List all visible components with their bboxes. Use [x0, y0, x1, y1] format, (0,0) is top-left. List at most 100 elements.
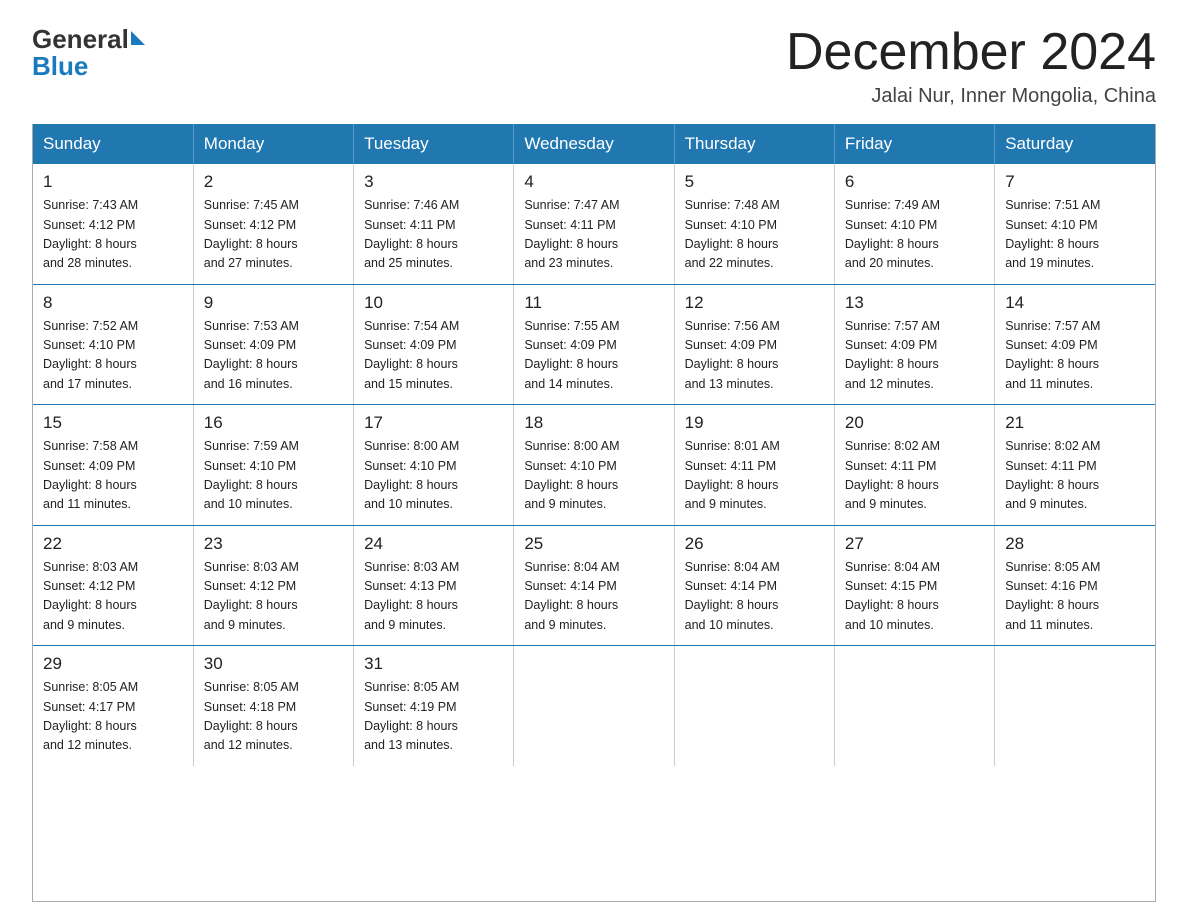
- day-info: Sunrise: 8:03 AM Sunset: 4:12 PM Dayligh…: [43, 558, 183, 636]
- calendar-cell: 13 Sunrise: 7:57 AM Sunset: 4:09 PM Dayl…: [834, 284, 994, 405]
- day-number: 20: [845, 413, 984, 433]
- calendar-week-row: 1 Sunrise: 7:43 AM Sunset: 4:12 PM Dayli…: [33, 164, 1155, 284]
- calendar-cell: [834, 646, 994, 766]
- day-number: 18: [524, 413, 663, 433]
- calendar-cell: 21 Sunrise: 8:02 AM Sunset: 4:11 PM Dayl…: [995, 405, 1155, 526]
- day-info: Sunrise: 7:59 AM Sunset: 4:10 PM Dayligh…: [204, 437, 343, 515]
- day-number: 21: [1005, 413, 1145, 433]
- calendar-cell: 22 Sunrise: 8:03 AM Sunset: 4:12 PM Dayl…: [33, 525, 193, 646]
- day-info: Sunrise: 7:46 AM Sunset: 4:11 PM Dayligh…: [364, 196, 503, 274]
- calendar-cell: 2 Sunrise: 7:45 AM Sunset: 4:12 PM Dayli…: [193, 164, 353, 284]
- day-number: 7: [1005, 172, 1145, 192]
- calendar-cell: 11 Sunrise: 7:55 AM Sunset: 4:09 PM Dayl…: [514, 284, 674, 405]
- day-info: Sunrise: 8:02 AM Sunset: 4:11 PM Dayligh…: [1005, 437, 1145, 515]
- day-number: 24: [364, 534, 503, 554]
- calendar-cell: 3 Sunrise: 7:46 AM Sunset: 4:11 PM Dayli…: [354, 164, 514, 284]
- day-info: Sunrise: 8:03 AM Sunset: 4:12 PM Dayligh…: [204, 558, 343, 636]
- day-number: 9: [204, 293, 343, 313]
- day-info: Sunrise: 7:45 AM Sunset: 4:12 PM Dayligh…: [204, 196, 343, 274]
- calendar-cell: 15 Sunrise: 7:58 AM Sunset: 4:09 PM Dayl…: [33, 405, 193, 526]
- header: General Blue December 2024 Jalai Nur, In…: [32, 24, 1156, 108]
- day-number: 5: [685, 172, 824, 192]
- day-number: 11: [524, 293, 663, 313]
- day-number: 6: [845, 172, 984, 192]
- day-number: 3: [364, 172, 503, 192]
- weekday-header-friday: Friday: [834, 124, 994, 164]
- day-info: Sunrise: 7:57 AM Sunset: 4:09 PM Dayligh…: [1005, 317, 1145, 395]
- day-info: Sunrise: 7:55 AM Sunset: 4:09 PM Dayligh…: [524, 317, 663, 395]
- calendar-title: December 2024: [786, 24, 1156, 81]
- day-info: Sunrise: 7:52 AM Sunset: 4:10 PM Dayligh…: [43, 317, 183, 395]
- day-info: Sunrise: 7:51 AM Sunset: 4:10 PM Dayligh…: [1005, 196, 1145, 274]
- day-info: Sunrise: 8:04 AM Sunset: 4:15 PM Dayligh…: [845, 558, 984, 636]
- weekday-header-sunday: Sunday: [33, 124, 193, 164]
- day-info: Sunrise: 8:04 AM Sunset: 4:14 PM Dayligh…: [685, 558, 824, 636]
- day-info: Sunrise: 7:58 AM Sunset: 4:09 PM Dayligh…: [43, 437, 183, 515]
- weekday-header-saturday: Saturday: [995, 124, 1155, 164]
- calendar-cell: 17 Sunrise: 8:00 AM Sunset: 4:10 PM Dayl…: [354, 405, 514, 526]
- calendar-cell: 25 Sunrise: 8:04 AM Sunset: 4:14 PM Dayl…: [514, 525, 674, 646]
- calendar-wrapper: SundayMondayTuesdayWednesdayThursdayFrid…: [32, 124, 1156, 902]
- calendar-week-row: 29 Sunrise: 8:05 AM Sunset: 4:17 PM Dayl…: [33, 646, 1155, 766]
- calendar-cell: 29 Sunrise: 8:05 AM Sunset: 4:17 PM Dayl…: [33, 646, 193, 766]
- calendar-cell: 20 Sunrise: 8:02 AM Sunset: 4:11 PM Dayl…: [834, 405, 994, 526]
- day-number: 15: [43, 413, 183, 433]
- calendar-cell: 31 Sunrise: 8:05 AM Sunset: 4:19 PM Dayl…: [354, 646, 514, 766]
- weekday-header-row: SundayMondayTuesdayWednesdayThursdayFrid…: [33, 124, 1155, 164]
- day-info: Sunrise: 7:53 AM Sunset: 4:09 PM Dayligh…: [204, 317, 343, 395]
- weekday-header-wednesday: Wednesday: [514, 124, 674, 164]
- calendar-subtitle: Jalai Nur, Inner Mongolia, China: [786, 85, 1156, 108]
- day-info: Sunrise: 8:05 AM Sunset: 4:18 PM Dayligh…: [204, 678, 343, 756]
- day-info: Sunrise: 8:05 AM Sunset: 4:17 PM Dayligh…: [43, 678, 183, 756]
- day-number: 14: [1005, 293, 1145, 313]
- day-number: 2: [204, 172, 343, 192]
- calendar-cell: 14 Sunrise: 7:57 AM Sunset: 4:09 PM Dayl…: [995, 284, 1155, 405]
- day-info: Sunrise: 7:43 AM Sunset: 4:12 PM Dayligh…: [43, 196, 183, 274]
- day-info: Sunrise: 8:01 AM Sunset: 4:11 PM Dayligh…: [685, 437, 824, 515]
- day-number: 16: [204, 413, 343, 433]
- calendar-week-row: 15 Sunrise: 7:58 AM Sunset: 4:09 PM Dayl…: [33, 405, 1155, 526]
- day-number: 23: [204, 534, 343, 554]
- day-number: 29: [43, 654, 183, 674]
- calendar-cell: 7 Sunrise: 7:51 AM Sunset: 4:10 PM Dayli…: [995, 164, 1155, 284]
- calendar-cell: 26 Sunrise: 8:04 AM Sunset: 4:14 PM Dayl…: [674, 525, 834, 646]
- day-number: 4: [524, 172, 663, 192]
- day-number: 26: [685, 534, 824, 554]
- day-number: 28: [1005, 534, 1145, 554]
- calendar-cell: 5 Sunrise: 7:48 AM Sunset: 4:10 PM Dayli…: [674, 164, 834, 284]
- day-number: 1: [43, 172, 183, 192]
- calendar-table: SundayMondayTuesdayWednesdayThursdayFrid…: [33, 124, 1155, 766]
- day-info: Sunrise: 7:48 AM Sunset: 4:10 PM Dayligh…: [685, 196, 824, 274]
- logo: General Blue: [32, 24, 145, 82]
- calendar-cell: 19 Sunrise: 8:01 AM Sunset: 4:11 PM Dayl…: [674, 405, 834, 526]
- weekday-header-thursday: Thursday: [674, 124, 834, 164]
- calendar-cell: 9 Sunrise: 7:53 AM Sunset: 4:09 PM Dayli…: [193, 284, 353, 405]
- day-number: 27: [845, 534, 984, 554]
- calendar-cell: 1 Sunrise: 7:43 AM Sunset: 4:12 PM Dayli…: [33, 164, 193, 284]
- calendar-cell: 27 Sunrise: 8:04 AM Sunset: 4:15 PM Dayl…: [834, 525, 994, 646]
- calendar-cell: 6 Sunrise: 7:49 AM Sunset: 4:10 PM Dayli…: [834, 164, 994, 284]
- day-info: Sunrise: 7:56 AM Sunset: 4:09 PM Dayligh…: [685, 317, 824, 395]
- day-number: 13: [845, 293, 984, 313]
- weekday-header-monday: Monday: [193, 124, 353, 164]
- day-info: Sunrise: 8:02 AM Sunset: 4:11 PM Dayligh…: [845, 437, 984, 515]
- calendar-week-row: 8 Sunrise: 7:52 AM Sunset: 4:10 PM Dayli…: [33, 284, 1155, 405]
- page: General Blue December 2024 Jalai Nur, In…: [0, 0, 1188, 918]
- day-number: 10: [364, 293, 503, 313]
- day-info: Sunrise: 8:05 AM Sunset: 4:16 PM Dayligh…: [1005, 558, 1145, 636]
- logo-arrow-icon: [131, 31, 145, 45]
- day-number: 30: [204, 654, 343, 674]
- day-info: Sunrise: 8:04 AM Sunset: 4:14 PM Dayligh…: [524, 558, 663, 636]
- calendar-week-row: 22 Sunrise: 8:03 AM Sunset: 4:12 PM Dayl…: [33, 525, 1155, 646]
- calendar-cell: [514, 646, 674, 766]
- day-number: 19: [685, 413, 824, 433]
- calendar-cell: 10 Sunrise: 7:54 AM Sunset: 4:09 PM Dayl…: [354, 284, 514, 405]
- calendar-cell: 24 Sunrise: 8:03 AM Sunset: 4:13 PM Dayl…: [354, 525, 514, 646]
- day-info: Sunrise: 8:00 AM Sunset: 4:10 PM Dayligh…: [524, 437, 663, 515]
- calendar-cell: [995, 646, 1155, 766]
- header-right: December 2024 Jalai Nur, Inner Mongolia,…: [786, 24, 1156, 108]
- calendar-cell: 28 Sunrise: 8:05 AM Sunset: 4:16 PM Dayl…: [995, 525, 1155, 646]
- day-number: 8: [43, 293, 183, 313]
- day-number: 25: [524, 534, 663, 554]
- calendar-cell: 30 Sunrise: 8:05 AM Sunset: 4:18 PM Dayl…: [193, 646, 353, 766]
